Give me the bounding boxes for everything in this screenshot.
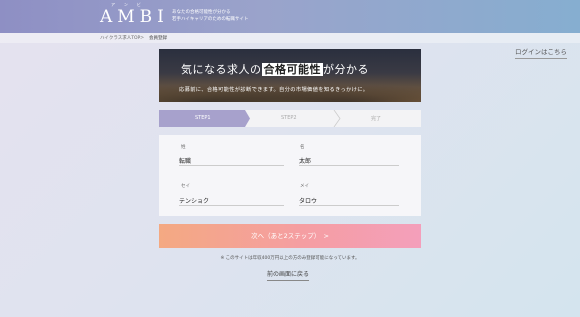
banner-title: 気になる求人の 合格可能性 が分かる bbox=[181, 61, 369, 77]
tagline-line1: あなたの合格可能性が分かる bbox=[172, 10, 231, 15]
first-name-label: 名 bbox=[300, 145, 305, 150]
breadcrumb-separator: > bbox=[140, 34, 145, 41]
last-kana-label: セイ bbox=[181, 184, 190, 189]
last-name-input[interactable]: 転職 bbox=[179, 156, 284, 166]
back-link[interactable]: 前の画面に戻る bbox=[267, 269, 310, 281]
hero-banner: 気になる求人の 合格可能性 が分かる 応募前に、合格可能性が診断できます。自分の市場… bbox=[159, 49, 421, 102]
step-indicator: STEP1 STEP2 完了 bbox=[159, 110, 421, 127]
breadcrumb-home-link[interactable]: ハイクラス求人TOP bbox=[100, 35, 140, 41]
first-kana-label: メイ bbox=[300, 184, 309, 189]
last-name-label: 姓 bbox=[181, 145, 186, 150]
last-kana-value: テンショク bbox=[179, 198, 210, 205]
eligibility-note: ※ このサイトは年収400万円以上の方のみ登録可能になっています。 bbox=[220, 256, 360, 261]
breadcrumb-current: 会員登録 bbox=[149, 36, 167, 41]
banner-subtitle: 応募前に、合格可能性が診断できます。自分の市場価値を知るきっかけに。 bbox=[179, 87, 369, 93]
next-step-button[interactable]: 次へ（あと2ステップ） > bbox=[159, 224, 421, 248]
registration-form: 姓 転職 名 太郎 セイ テンショク メイ タロウ bbox=[159, 135, 421, 216]
tagline-line2: 若手ハイキャリアのための転職サイト bbox=[172, 17, 249, 22]
breadcrumb: ハイクラス求人TOP > 会員登録 bbox=[0, 33, 580, 43]
step1-label: STEP1 bbox=[195, 115, 211, 121]
step-chevron-icon bbox=[333, 110, 341, 127]
banner-title-highlight: 合格可能性 bbox=[261, 63, 323, 76]
banner-title-before: 気になる求人の bbox=[181, 63, 262, 76]
last-kana-input[interactable]: テンショク bbox=[179, 196, 284, 206]
first-kana-input[interactable]: タロウ bbox=[299, 196, 399, 206]
logo[interactable]: AMBI bbox=[100, 7, 169, 27]
banner-title-after: が分かる bbox=[323, 63, 369, 76]
first-name-value: 太郎 bbox=[299, 158, 312, 165]
last-name-value: 転職 bbox=[179, 158, 192, 165]
step3-label: 完了 bbox=[371, 116, 382, 122]
first-kana-value: タロウ bbox=[299, 198, 318, 205]
step2-label: STEP2 bbox=[281, 115, 297, 121]
login-link[interactable]: ログインはこちら bbox=[515, 46, 567, 59]
first-name-input[interactable]: 太郎 bbox=[299, 156, 399, 166]
site-header: アンビ AMBI あなたの合格可能性が分かる 若手ハイキャリアのための転職サイト bbox=[0, 0, 580, 33]
tagline: あなたの合格可能性が分かる 若手ハイキャリアのための転職サイト bbox=[172, 9, 282, 23]
